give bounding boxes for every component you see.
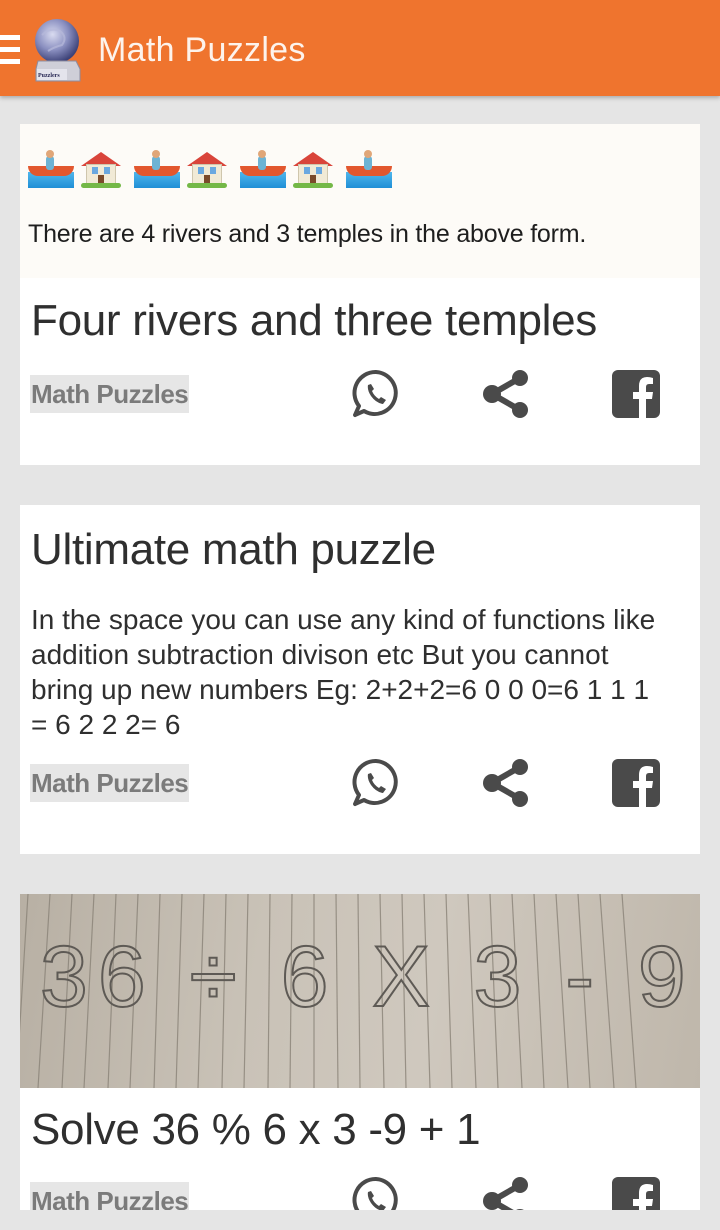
whatsapp-icon[interactable]: [350, 1175, 402, 1210]
puzzle-image[interactable]: There are 4 rivers and 3 temples in the …: [20, 124, 700, 278]
puzzle-image[interactable]: 36 ÷ 6 X 3 - 9 + 1 = ?: [20, 894, 700, 1088]
facebook-icon[interactable]: [610, 757, 662, 809]
image-caption: There are 4 rivers and 3 temples in the …: [28, 220, 587, 248]
puzzle-card[interactable]: There are 4 rivers and 3 temples in the …: [20, 124, 700, 465]
puzzle-card[interactable]: Ultimate math puzzle In the space you ca…: [20, 505, 700, 854]
puzzle-title[interactable]: Four rivers and three temples: [31, 296, 597, 346]
share-icon[interactable]: [480, 368, 532, 420]
emoji-sequence: [26, 148, 397, 188]
puzzle-title[interactable]: Ultimate math puzzle: [31, 525, 436, 575]
menu-line: [0, 59, 20, 64]
house-icon: [79, 148, 132, 188]
share-icon[interactable]: [480, 757, 532, 809]
rowboat-icon: [132, 148, 185, 188]
puzzle-title[interactable]: Solve 36 % 6 x 3 -9 + 1: [31, 1105, 481, 1155]
facebook-icon[interactable]: [610, 1175, 662, 1210]
share-icon[interactable]: [480, 1175, 532, 1210]
rowboat-icon: [344, 148, 397, 188]
app-bar: Puzzlers Math Puzzles: [0, 0, 720, 96]
house-icon: [185, 148, 238, 188]
rowboat-icon: [238, 148, 291, 188]
rowboat-icon: [26, 148, 79, 188]
whatsapp-icon[interactable]: [350, 368, 402, 420]
handwritten-equation: 36 ÷ 6 X 3 - 9 + 1 = ?: [40, 929, 700, 1025]
puzzle-card[interactable]: 36 ÷ 6 X 3 - 9 + 1 = ? Solve 36 % 6 x 3 …: [20, 894, 700, 1210]
whatsapp-icon[interactable]: [350, 757, 402, 809]
puzzle-description: In the space you can use any kind of fun…: [31, 604, 656, 740]
menu-line: [0, 47, 20, 52]
logo-caption: Puzzlers: [38, 73, 60, 79]
category-tag[interactable]: Math Puzzles: [30, 764, 190, 802]
house-icon: [291, 148, 344, 188]
facebook-icon[interactable]: [610, 368, 662, 420]
category-tag[interactable]: Math Puzzles: [30, 375, 190, 413]
app-title: Math Puzzles: [98, 31, 306, 69]
hamburger-menu-icon[interactable]: [0, 35, 22, 65]
menu-line: [0, 35, 20, 40]
app-logo-icon[interactable]: Puzzlers: [32, 17, 82, 83]
category-tag[interactable]: Math Puzzles: [30, 1182, 190, 1210]
